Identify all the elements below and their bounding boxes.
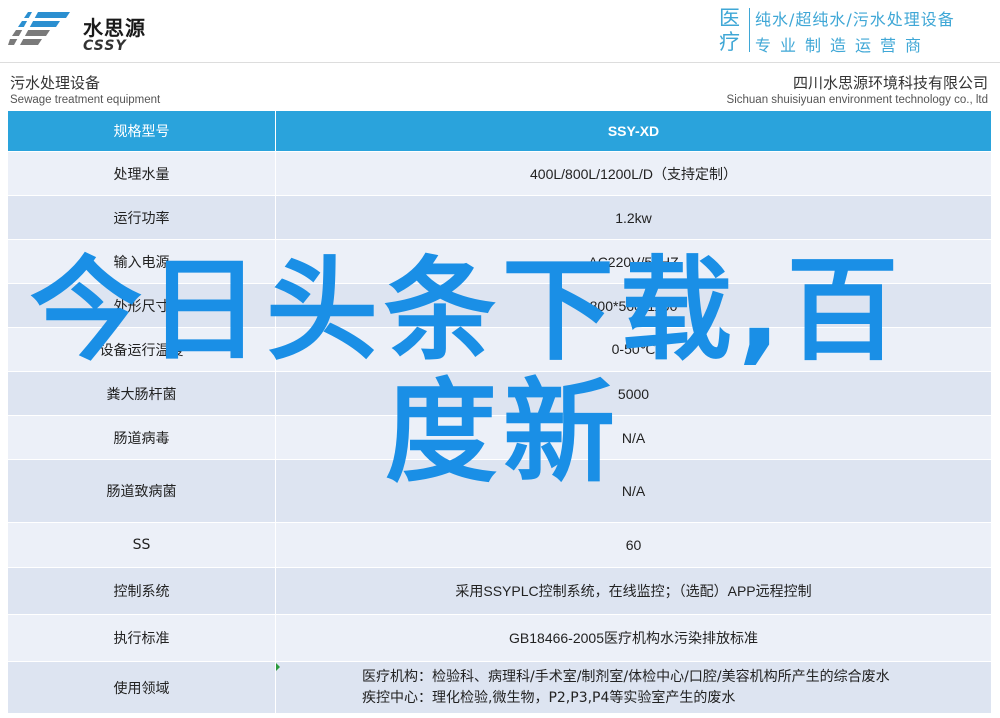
table-row: 处理水量 400L/800L/1200L/D（支持定制） [7, 151, 992, 196]
row-value: 0-50℃ [275, 327, 992, 372]
table-row: 肠道病毒 N/A [7, 415, 992, 460]
table-row: 输入电源 AC220V/50HZ [7, 239, 992, 284]
table-header-row: 规格型号 SSY-XD [7, 110, 992, 152]
row-value-line-2: 疾控中心：理化检验,微生物，P2,P3,P4等实验室产生的废水 [362, 689, 736, 706]
row-label: 控制系统 [7, 567, 276, 615]
row-value: 5000 [275, 371, 992, 416]
table-row: 运行功率 1.2kw [7, 195, 992, 240]
row-value: 60 [275, 522, 992, 568]
row-value-multiline: 医疗机构：检验科、病理科/手术室/制剂室/体检中心/口腔/美容机构所产生的综合废… [275, 661, 992, 714]
product-category-en: Sewage treatment equipment [10, 94, 161, 106]
company-logo[interactable]: 水思源 CSSY [8, 6, 158, 54]
product-category-cn: 污水处理设备 [10, 74, 101, 92]
spec-table: 规格型号 SSY-XD 处理水量 400L/800L/1200L/D（支持定制）… [7, 110, 992, 714]
row-label: 运行功率 [7, 195, 276, 240]
row-value: 400L/800L/1200L/D（支持定制） [275, 151, 992, 196]
row-label: 肠道致病菌 [7, 459, 276, 523]
row-label: 设备运行温度 [7, 327, 276, 372]
row-value: 1.2kw [275, 195, 992, 240]
slogan: 医疗 纯水/超纯水/污水处理设备 专业制造运营商 [719, 6, 994, 55]
page-header: 水思源 CSSY 医疗 纯水/超纯水/污水处理设备 专业制造运营商 [0, 0, 1000, 62]
table-row: 外形尺寸 800*560*1100 [7, 283, 992, 328]
header-divider [0, 62, 1000, 63]
row-value: 800*560*1100 [275, 283, 992, 328]
row-value: N/A [275, 459, 992, 523]
row-label: 肠道病毒 [7, 415, 276, 460]
row-value: N/A [275, 415, 992, 460]
slogan-divider [749, 8, 750, 52]
table-row: 肠道致病菌 N/A [7, 459, 992, 523]
row-value-line-1: 医疗机构：检验科、病理科/手术室/制剂室/体检中心/口腔/美容机构所产生的综合废… [362, 668, 890, 685]
logo-name-cn: 水思源 [83, 16, 146, 40]
row-label: SS [7, 522, 276, 568]
table-row: 设备运行温度 0-50℃ [7, 327, 992, 372]
table-header-label: 规格型号 [7, 110, 276, 152]
row-label: 输入电源 [7, 239, 276, 284]
row-label: 粪大肠杆菌 [7, 371, 276, 416]
slogan-line-1: 纯水/超纯水/污水处理设备 [755, 10, 955, 29]
table-header-value: SSY-XD [275, 110, 992, 152]
row-label: 外形尺寸 [7, 283, 276, 328]
row-label: 处理水量 [7, 151, 276, 196]
corner-marker-icon [276, 663, 280, 671]
table-row: 使用领域 医疗机构：检验科、病理科/手术室/制剂室/体检中心/口腔/美容机构所产… [7, 661, 992, 714]
table-row: 粪大肠杆菌 5000 [7, 371, 992, 416]
table-row: SS 60 [7, 522, 992, 568]
logo-stripes-icon [8, 12, 70, 45]
row-value: GB18466-2005医疗机构水污染排放标准 [275, 614, 992, 662]
slogan-line-2: 专业制造运营商 [755, 36, 931, 55]
slogan-big-text: 医疗 [719, 6, 740, 54]
company-name-en: Sichuan shuisiyuan environment technolog… [726, 94, 988, 106]
row-value: AC220V/50HZ [275, 239, 992, 284]
table-row: 执行标准 GB18466-2005医疗机构水污染排放标准 [7, 614, 992, 662]
row-label: 执行标准 [7, 614, 276, 662]
logo-name-en: CSSY [83, 38, 127, 54]
table-row: 控制系统 采用SSYPLC控制系统，在线监控；（选配）APP远程控制 [7, 567, 992, 615]
row-value: 采用SSYPLC控制系统，在线监控；（选配）APP远程控制 [275, 567, 992, 615]
company-name-cn: 四川水思源环境科技有限公司 [792, 74, 988, 92]
row-label: 使用领域 [7, 661, 276, 714]
